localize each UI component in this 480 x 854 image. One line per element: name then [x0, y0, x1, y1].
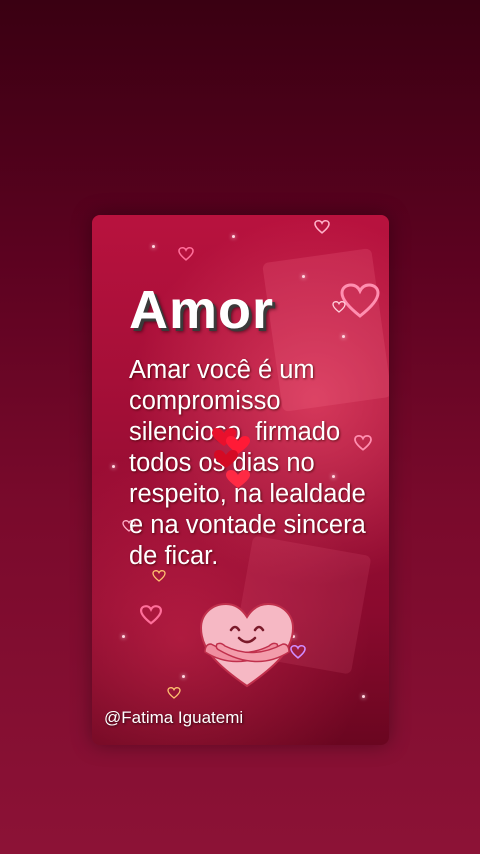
card-title: Amor [129, 280, 275, 340]
heart-outline-icon [178, 247, 194, 261]
sparkle [112, 465, 115, 468]
sparkle [342, 335, 345, 338]
hugging-heart-icon [199, 602, 295, 688]
heart-outline-icon [332, 301, 346, 313]
sparkle [152, 245, 155, 248]
sparkle [232, 235, 235, 238]
card-message: Amar você é um compromisso silencioso, f… [129, 356, 366, 570]
heart-outline-icon [140, 605, 162, 625]
red-heart-icon [212, 428, 250, 488]
heart-outline-icon [340, 283, 380, 318]
sparkle [182, 675, 185, 678]
sparkle [122, 635, 125, 638]
heart-outline-icon [314, 220, 330, 234]
sparkle [302, 275, 305, 278]
sparkle [362, 695, 365, 698]
author-credit: @Fatima Iguatemi [104, 708, 244, 727]
heart-outline-icon [167, 687, 181, 699]
video-card: Amor Amar você é um compromisso silencio… [92, 215, 389, 745]
